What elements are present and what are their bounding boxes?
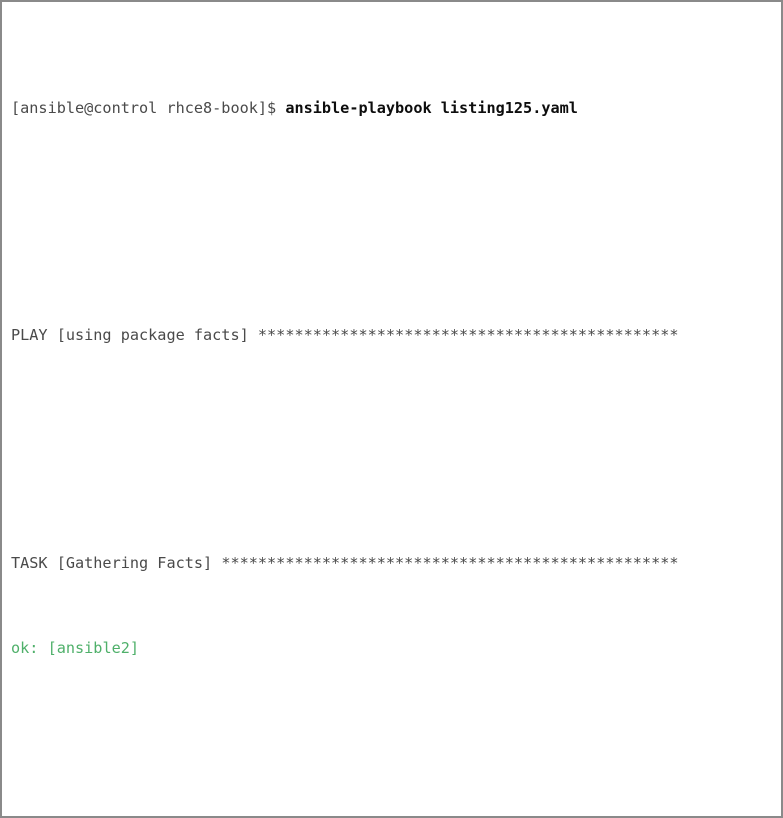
task-host: [ansible2]	[47, 638, 140, 657]
terminal-screen[interactable]: [ansible@control rhce8-book]$ ansible-pl…	[2, 2, 781, 816]
shell-prompt: [ansible@control rhce8-book]$	[11, 99, 286, 118]
command-text: ansible-playbook listing125.yaml	[285, 99, 578, 118]
play-header-line: PLAY [using package facts] *************…	[11, 321, 781, 349]
task-status: ok:	[11, 638, 48, 657]
play-header-label: PLAY [using package facts]	[11, 326, 258, 345]
prompt-line: [ansible@control rhce8-book]$ ansible-pl…	[11, 94, 781, 122]
play-header-stars: ****************************************…	[257, 326, 679, 345]
task-label: TASK [Gathering Facts]	[11, 553, 222, 572]
task-result-line: ok: [ansible2]	[11, 634, 781, 662]
task-line: TASK [Gathering Facts] *****************…	[11, 549, 781, 577]
task-stars: ****************************************…	[221, 553, 679, 572]
terminal-window[interactable]: [ansible@control rhce8-book]$ ansible-pl…	[0, 0, 783, 818]
